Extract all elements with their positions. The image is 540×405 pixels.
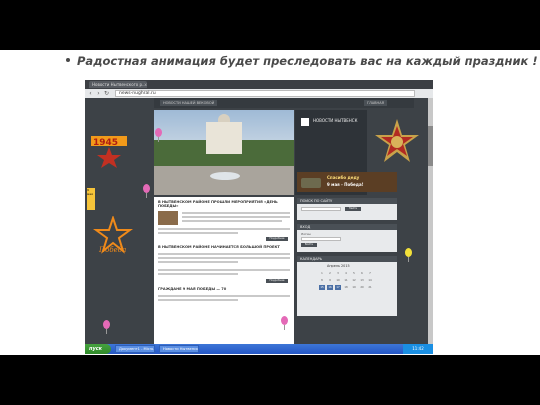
banner-line-1: Спасибо деду [327, 175, 360, 180]
bullet-dot [66, 57, 70, 62]
windows-taskbar: пуск Документ1 - Micro... Новости Нытвен… [85, 344, 433, 354]
ribbon-banner: 9 мая [87, 188, 95, 210]
calendar-day[interactable]: 13 [359, 278, 365, 283]
close-icon[interactable]: × [144, 81, 147, 88]
text-line [182, 212, 290, 214]
ribbon-text: 9 мая [87, 188, 93, 196]
calendar-day[interactable]: 11 [343, 278, 349, 283]
bullet-text: Радостная анимация будет преследовать ва… [77, 54, 538, 68]
system-clock[interactable]: 11:42 [403, 344, 433, 354]
news-thumbnail[interactable] [158, 211, 178, 225]
calendar-day[interactable]: 9 [327, 278, 333, 283]
reload-icon[interactable]: ↻ [103, 90, 110, 97]
balloon-icon [405, 248, 412, 262]
calendar-day[interactable]: 3 [335, 271, 341, 276]
login-widget: ВХОД Логин Войти [297, 224, 397, 252]
text-line [182, 216, 290, 218]
banner-line-2: 9 мая - Победа! [327, 182, 364, 187]
nav-item-home[interactable]: ГЛАВНАЯ [364, 100, 388, 106]
victory-banner[interactable]: Спасибо деду 9 мая - Победа! [297, 172, 397, 192]
balloon-icon [281, 316, 288, 330]
browser-tab[interactable]: Новости Нытвенского р... × [89, 81, 147, 88]
nav-item-news[interactable]: НОВОСТИ НАШЕЙ ВЕКОВОЙ [160, 100, 218, 106]
login-button[interactable]: Войти [301, 243, 317, 247]
calendar-day[interactable]: 17 [335, 285, 341, 290]
text-line [158, 269, 290, 271]
calendar-day[interactable]: 15 [319, 285, 325, 290]
calendar-day[interactable]: 8 [319, 278, 325, 283]
browser-screenshot: Новости Нытвенского р... × ‹ › ↻ news-nu… [85, 80, 433, 354]
tank-icon [301, 178, 321, 188]
login-field[interactable] [301, 237, 341, 241]
text-line [158, 257, 290, 259]
calendar-day[interactable]: 7 [367, 271, 373, 276]
login-widget-title: ВХОД [297, 224, 397, 230]
calendar-day[interactable]: 6 [359, 271, 365, 276]
search-widget-title: ПОИСК ПО САЙТУ [297, 198, 397, 204]
search-button[interactable]: Найти [345, 207, 361, 211]
calendar-day[interactable]: 21 [367, 285, 373, 290]
text-line [182, 220, 282, 222]
text-line [158, 228, 290, 230]
search-input[interactable] [301, 207, 341, 211]
text-line [158, 299, 238, 301]
calendar-day[interactable]: 2 [327, 271, 333, 276]
slide-bullet: Радостная анимация будет преследовать ва… [66, 54, 538, 68]
photo-building [206, 122, 242, 154]
forward-icon[interactable]: › [95, 90, 102, 97]
calendar-day[interactable]: 10 [335, 278, 341, 283]
news-column: В НЫТВЕНСКОМ РАЙОНЕ ПРОШЛИ МЕРОПРИЯТИЯ «… [154, 197, 294, 344]
calendar-widget-title: КАЛЕНДАРЬ [297, 256, 397, 262]
news-subheading[interactable]: ГРАЖДАНЕ 9 МАЯ ПОБЕДЫ — 70 [158, 287, 226, 291]
presentation-slide: Радостная анимация будет преследовать ва… [0, 50, 540, 355]
calendar-day[interactable]: 18 [343, 285, 349, 290]
back-icon[interactable]: ‹ [87, 90, 94, 97]
calendar-day[interactable]: 20 [359, 285, 365, 290]
page-scrollbar[interactable] [428, 98, 433, 344]
calendar-month: Апрель 2015 [327, 264, 350, 268]
login-label: Логин [301, 232, 311, 236]
calendar-day[interactable]: 12 [351, 278, 357, 283]
taskbar-item-browser[interactable]: Новости Нытвенск... [159, 345, 199, 353]
search-widget: ПОИСК ПО САЙТУ Найти [297, 198, 397, 220]
header-photo [154, 110, 294, 195]
url-field[interactable]: news-nughral.ru [115, 90, 415, 97]
text-line [158, 261, 238, 263]
news-headline[interactable]: В НЫТВЕНСКОМ РАЙОНЕ ПРОШЛИ МЕРОПРИЯТИЯ «… [158, 200, 290, 208]
start-button[interactable]: пуск [85, 344, 111, 354]
calendar-day[interactable]: 4 [343, 271, 349, 276]
victory-1945-icon: 1945 [91, 136, 127, 168]
scrollbar-thumb[interactable] [428, 126, 433, 166]
site-title: НОВОСТИ НЫТВЕНСК [313, 118, 358, 123]
calendar-day[interactable]: 5 [351, 271, 357, 276]
site-top-nav: НОВОСТИ НАШЕЙ ВЕКОВОЙ ГЛАВНАЯ [154, 98, 414, 108]
photo-fountain [210, 172, 240, 180]
balloon-icon [103, 320, 110, 334]
news-subheading[interactable]: В НЫТВЕНСКОМ РАЙОНЕ НАЧИНАЕТСЯ БОЛЬШОЙ П… [158, 245, 280, 249]
balloon-icon [143, 184, 150, 198]
calendar-day[interactable]: 1 [319, 271, 325, 276]
site-logo-icon [301, 118, 309, 126]
calendar-widget: КАЛЕНДАРЬ Апрель 2015 1 2 3 4 5 6 7 8 9 10 11 12 13 1… [297, 256, 397, 316]
calendar-day[interactable]: 14 [367, 278, 373, 283]
text-line [158, 295, 290, 297]
text-line [158, 232, 238, 234]
taskbar-item-word[interactable]: Документ1 - Micro... [115, 345, 155, 353]
text-line [158, 253, 290, 255]
order-star-icon [375, 119, 419, 162]
calendar-day[interactable]: 16 [327, 285, 333, 290]
photo-plaza [154, 166, 294, 195]
calendar-day[interactable]: 19 [351, 285, 357, 290]
website-viewport: НОВОСТИ НАШЕЙ ВЕКОВОЙ ГЛАВНАЯ НОВОСТИ НЫ… [85, 98, 433, 344]
read-more-button[interactable]: Подробнее [266, 279, 288, 283]
tab-title: Новости Нытвенского р... [92, 82, 146, 87]
pobeda-label: Победа [99, 246, 127, 254]
text-line [158, 273, 238, 275]
balloon-icon [155, 128, 162, 142]
svg-text:1945: 1945 [93, 138, 118, 148]
browser-titlebar: Новости Нытвенского р... × [85, 80, 433, 89]
read-more-button[interactable]: Подробнее [266, 237, 288, 241]
address-toolbar: ‹ › ↻ news-nughral.ru [85, 89, 433, 98]
